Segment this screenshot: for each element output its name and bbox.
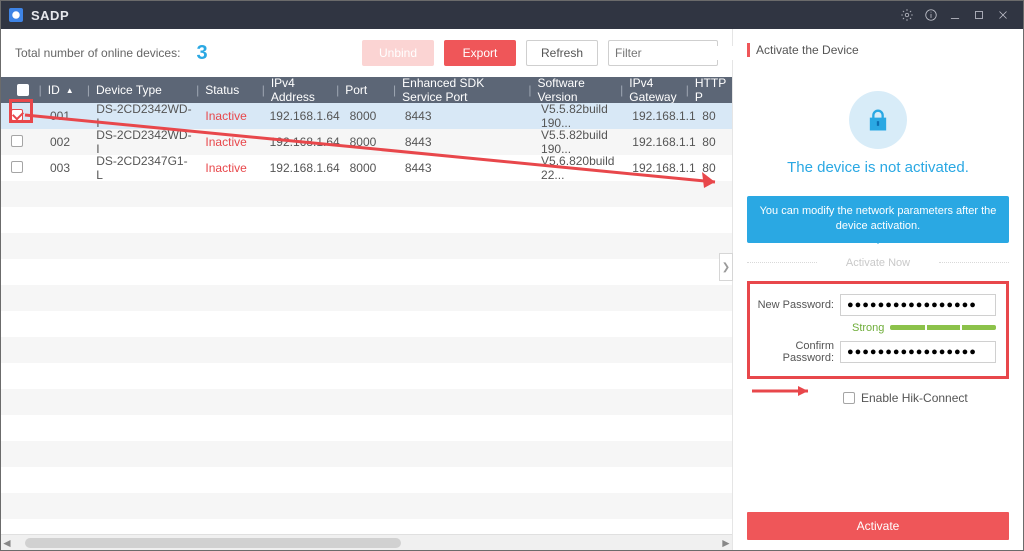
activate-now-label: Activate Now [747,253,1009,271]
new-password-input[interactable] [840,294,996,316]
cell-device-type: DS-2CD2342WD-I [84,103,193,130]
row-checkbox[interactable] [11,109,23,121]
cell-esp: 8443 [393,161,529,175]
cell-status: Inactive [193,161,257,175]
refresh-button[interactable]: Refresh [526,40,598,66]
cell-id: 003 [38,161,84,175]
password-form: New Password: Strong Confirm Password: [747,281,1009,379]
minimize-icon[interactable] [943,3,967,27]
activation-status: The device is not activated. [787,159,969,176]
grid-header: | ID▲ | Device Type | Status | IPv4 Addr… [1,77,732,103]
row-checkbox[interactable] [11,161,23,173]
device-list-pane: Total number of online devices: 3 Unbind… [1,29,733,550]
cell-id: 002 [38,135,84,149]
table-row[interactable]: 002DS-2CD2342WD-IInactive192.168.1.64800… [1,129,732,155]
cell-http: 80 [690,161,732,175]
cell-esp: 8443 [393,135,529,149]
scroll-right-icon[interactable]: ► [720,537,732,549]
table-row[interactable]: 003DS-2CD2347G1-LInactive192.168.1.64800… [1,155,732,181]
horizontal-scrollbar[interactable]: ◄ ► [1,534,732,550]
cell-sw: V5.5.82build 190... [529,103,620,130]
cell-device-type: DS-2CD2342WD-I [84,128,193,156]
cell-gw: 192.168.1.1 [620,109,690,123]
title-bar: SADP [1,1,1023,29]
app-title: SADP [31,8,69,23]
panel-title: Activate the Device [747,43,1009,57]
column-checkbox[interactable] [11,84,39,96]
activate-panel: Activate the Device The device is not ac… [733,29,1023,550]
strength-bar-icon [890,325,996,330]
column-sw[interactable]: Software Version [531,76,620,104]
cell-esp: 8443 [393,109,529,123]
confirm-password-input[interactable] [840,341,996,363]
cell-device-type: DS-2CD2347G1-L [84,154,193,182]
column-gw[interactable]: IPv4 Gateway [623,76,686,104]
cell-port: 8000 [338,135,393,149]
cell-sw: V5.6.820build 22... [529,154,620,182]
close-icon[interactable] [991,3,1015,27]
column-device-type[interactable]: Device Type [90,83,196,97]
strength-indicator: Strong [756,322,996,334]
cell-http: 80 [690,135,732,149]
collapse-panel-icon[interactable]: ❯ [719,253,733,281]
column-id[interactable]: ID▲ [42,83,87,97]
column-status[interactable]: Status [199,83,262,97]
cell-status: Inactive [193,109,257,123]
maximize-icon[interactable] [967,3,991,27]
activate-button[interactable]: Activate [747,512,1009,540]
cell-gw: 192.168.1.1 [620,135,690,149]
hik-connect-label: Enable Hik-Connect [861,391,968,405]
toolbar: Total number of online devices: 3 Unbind… [1,29,732,77]
scroll-thumb[interactable] [25,538,401,548]
unbind-button[interactable]: Unbind [362,40,434,66]
info-icon[interactable] [919,3,943,27]
column-port[interactable]: Port [339,83,393,97]
table-row[interactable]: 001DS-2CD2342WD-IInactive192.168.1.64800… [1,103,732,129]
app-logo-icon [9,8,23,22]
row-checkbox[interactable] [11,135,23,147]
filter-field[interactable] [608,40,718,66]
cell-id: 001 [38,109,84,123]
cell-status: Inactive [193,135,257,149]
new-password-label: New Password: [756,299,834,311]
settings-icon[interactable] [895,3,919,27]
column-http[interactable]: HTTP P [689,76,732,104]
device-count-label: Total number of online devices: [15,46,180,60]
cell-http: 80 [690,109,732,123]
cell-sw: V5.5.82build 190... [529,128,620,156]
cell-port: 8000 [338,161,393,175]
column-esp[interactable]: Enhanced SDK Service Port [396,76,528,104]
hik-connect-checkbox[interactable] [843,392,855,404]
device-count-value: 3 [196,42,207,65]
cell-ipv4: 192.168.1.64 [258,161,338,175]
accent-bar-icon [747,43,750,57]
cell-ipv4: 192.168.1.64 [258,109,338,123]
cell-port: 8000 [338,109,393,123]
device-grid: | ID▲ | Device Type | Status | IPv4 Addr… [1,77,732,534]
export-button[interactable]: Export [444,40,516,66]
info-banner: You can modify the network parameters af… [747,196,1009,243]
scroll-left-icon[interactable]: ◄ [1,537,13,549]
lock-icon [849,91,907,149]
cell-gw: 192.168.1.1 [620,161,690,175]
confirm-password-label: Confirm Password: [756,340,834,364]
column-ipv4[interactable]: IPv4 Address [265,76,336,104]
cell-ipv4: 192.168.1.64 [258,135,338,149]
